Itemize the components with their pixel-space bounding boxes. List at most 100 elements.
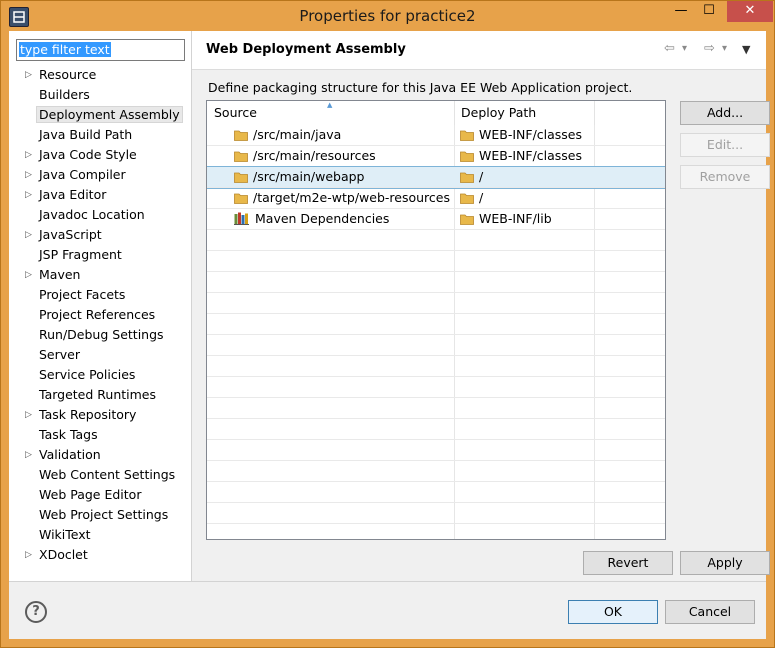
sidebar-item[interactable]: ▷ Task Repository	[9, 405, 191, 425]
sidebar-item[interactable]: JSP Fragment	[9, 245, 191, 265]
sidebar-item[interactable]: Targeted Runtimes	[9, 385, 191, 405]
sidebar-item[interactable]: Deployment Assembly	[9, 105, 191, 125]
expand-twisty-icon[interactable]: ▷	[25, 405, 35, 425]
sidebar-item[interactable]: Web Project Settings	[9, 505, 191, 525]
table-header: Source ▲ Deploy Path	[207, 101, 665, 125]
folder-icon	[460, 211, 474, 231]
sidebar-item[interactable]: ▷ Validation	[9, 445, 191, 465]
close-button[interactable]: ✕	[727, 1, 773, 22]
folder-icon	[460, 169, 474, 189]
sidebar-item[interactable]: Java Build Path	[9, 125, 191, 145]
sidebar-item[interactable]: WikiText	[9, 525, 191, 545]
column-header-deploy-path[interactable]: Deploy Path	[454, 101, 595, 125]
expand-twisty-icon[interactable]: ▷	[25, 265, 35, 285]
minimize-button[interactable]: —	[668, 1, 694, 22]
folder-icon	[234, 127, 248, 147]
table-row	[207, 356, 665, 377]
sidebar-item[interactable]: Run/Debug Settings	[9, 325, 191, 345]
sidebar-item-label: Project Facets	[39, 287, 126, 302]
table-row[interactable]: Maven Dependencies WEB-INF/lib	[207, 209, 665, 230]
apply-button[interactable]: Apply	[680, 551, 770, 575]
forward-arrow-icon[interactable]: ⇨	[704, 41, 715, 56]
column-header-source-label: Source	[214, 105, 257, 120]
table-row[interactable]: /src/main/java WEB-INF/classes	[207, 125, 665, 146]
sidebar-item[interactable]: ▷ Resource	[9, 65, 191, 85]
view-menu-icon[interactable]: ▼	[742, 43, 750, 56]
sidebar-item[interactable]: Task Tags	[9, 425, 191, 445]
sidebar-item-label: Validation	[39, 447, 101, 462]
table-row[interactable]: /src/main/webapp /	[207, 166, 665, 189]
expand-twisty-icon[interactable]: ▷	[25, 65, 35, 85]
page-header: Web Deployment Assembly ⇦ ▾ ⇨ ▾ ▼	[192, 31, 766, 70]
sidebar-item-label: WikiText	[39, 527, 91, 542]
sidebar-item-label: Targeted Runtimes	[39, 387, 156, 402]
back-menu-icon[interactable]: ▾	[682, 43, 687, 54]
filter-input[interactable]: type filter text	[16, 39, 185, 61]
title-bar[interactable]: Properties for practice2 — ☐ ✕	[1, 1, 774, 31]
help-icon[interactable]: ?	[25, 601, 47, 623]
sort-ascending-icon: ▲	[327, 101, 333, 109]
sidebar-item-label: Run/Debug Settings	[39, 327, 164, 342]
sidebar-item[interactable]: Web Page Editor	[9, 485, 191, 505]
maximize-button[interactable]: ☐	[696, 1, 722, 22]
sidebar-item-label: Task Tags	[39, 427, 98, 442]
dialog-footer: ? OK Cancel	[9, 582, 766, 639]
expand-twisty-icon[interactable]: ▷	[25, 225, 35, 245]
sidebar-item[interactable]: Builders	[9, 85, 191, 105]
folder-icon	[234, 190, 248, 210]
folder-icon	[460, 190, 474, 210]
sidebar-item[interactable]: ▷ Java Compiler	[9, 165, 191, 185]
dialog-body: type filter text ▷ Resource Builders Deploy…	[9, 31, 770, 639]
sidebar-item[interactable]: Service Policies	[9, 365, 191, 385]
preference-tree: ▷ Resource Builders Deployment Assembly Java…	[9, 65, 191, 565]
sidebar-item[interactable]: Server	[9, 345, 191, 365]
table-row[interactable]: /target/m2e-wtp/web-resources /	[207, 188, 665, 209]
column-header-source[interactable]: Source ▲	[207, 101, 455, 125]
source-cell: /src/main/webapp	[234, 167, 454, 187]
expand-twisty-icon[interactable]: ▷	[25, 165, 35, 185]
properties-dialog: Properties for practice2 — ☐ ✕ type filt…	[0, 0, 775, 648]
cancel-button[interactable]: Cancel	[665, 600, 755, 624]
expand-twisty-icon[interactable]: ▷	[25, 185, 35, 205]
sidebar-item[interactable]: ▷ Maven	[9, 265, 191, 285]
sidebar-item-label: Java Build Path	[39, 127, 133, 142]
deploy-path: /	[479, 169, 484, 184]
table-row	[207, 440, 665, 461]
deploy-path: WEB-INF/classes	[479, 148, 583, 163]
sidebar-item[interactable]: ▷ XDoclet	[9, 545, 191, 565]
sidebar-item[interactable]: Project Facets	[9, 285, 191, 305]
sidebar-item[interactable]: ▷ Java Code Style	[9, 145, 191, 165]
sidebar-item[interactable]: ▷ Java Editor	[9, 185, 191, 205]
filter-input-text[interactable]: type filter text	[19, 42, 111, 57]
back-arrow-icon[interactable]: ⇦	[664, 41, 675, 56]
sidebar-item-label: JavaScript	[39, 227, 102, 242]
revert-button[interactable]: Revert	[583, 551, 673, 575]
ok-button[interactable]: OK	[568, 600, 658, 624]
source-cell: Maven Dependencies	[234, 209, 454, 229]
sidebar-item[interactable]: ▷ JavaScript	[9, 225, 191, 245]
sidebar-item-label: Web Page Editor	[39, 487, 142, 502]
deploy-path-cell: WEB-INF/classes	[460, 125, 600, 145]
property-page: Web Deployment Assembly ⇦ ▾ ⇨ ▾ ▼ Define…	[192, 31, 770, 581]
remove-button[interactable]: Remove	[680, 165, 770, 189]
sidebar-item[interactable]: Javadoc Location	[9, 205, 191, 225]
expand-twisty-icon[interactable]: ▷	[25, 545, 35, 565]
table-row[interactable]: /src/main/resources WEB-INF/classes	[207, 146, 665, 167]
table-row	[207, 272, 665, 293]
edit-button[interactable]: Edit...	[680, 133, 770, 157]
assembly-table[interactable]: Source ▲ Deploy Path /src/main/java WEB-I…	[206, 100, 666, 540]
folder-icon	[460, 127, 474, 147]
sidebar-item-label: Maven	[39, 267, 81, 282]
source-path: /src/main/java	[253, 127, 342, 142]
forward-menu-icon[interactable]: ▾	[722, 43, 727, 54]
folder-icon	[234, 169, 248, 189]
expand-twisty-icon[interactable]: ▷	[25, 145, 35, 165]
sidebar-item-label: Java Compiler	[39, 167, 126, 182]
sidebar-item[interactable]: Web Content Settings	[9, 465, 191, 485]
expand-twisty-icon[interactable]: ▷	[25, 445, 35, 465]
table-row	[207, 293, 665, 314]
deploy-path-cell: /	[460, 167, 600, 187]
add-button[interactable]: Add...	[680, 101, 770, 125]
sidebar-item[interactable]: Project References	[9, 305, 191, 325]
table-row	[207, 419, 665, 440]
